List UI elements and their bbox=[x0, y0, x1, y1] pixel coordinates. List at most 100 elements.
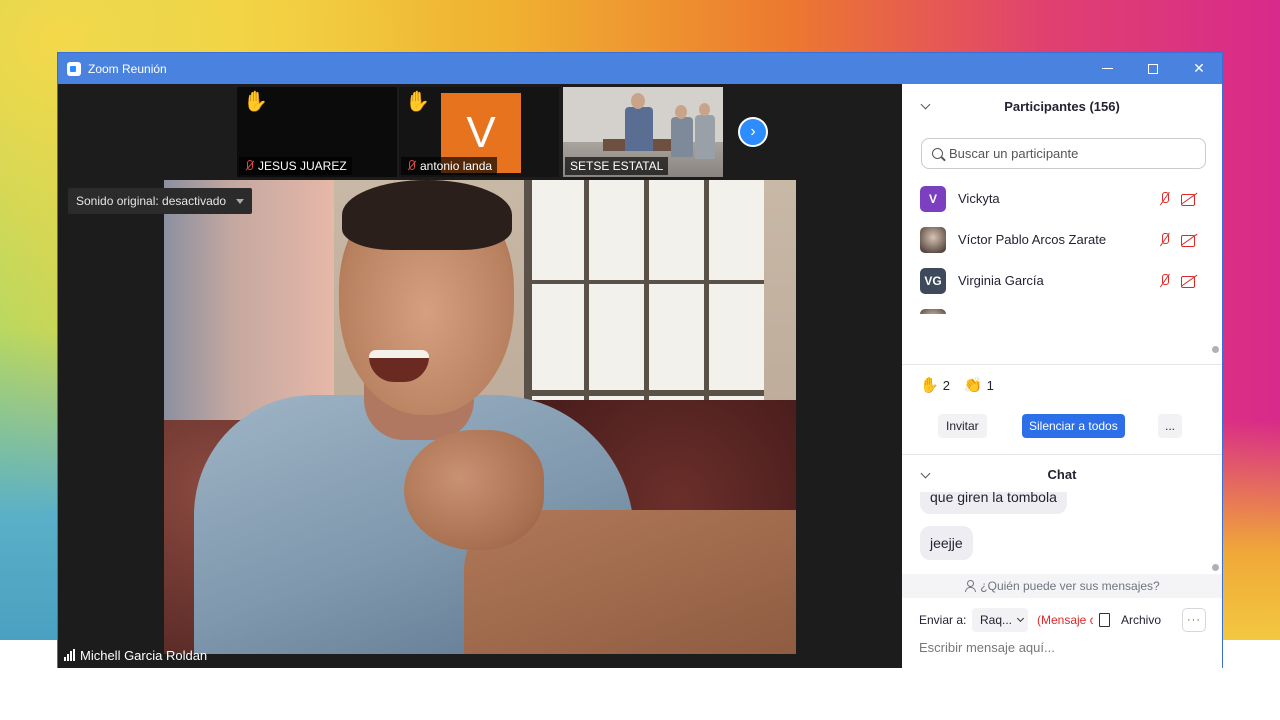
file-button[interactable]: Archivo bbox=[1121, 613, 1161, 627]
raised-hands-count: ✋ 2 bbox=[920, 376, 950, 394]
close-icon: ✕ bbox=[1193, 60, 1205, 76]
participant-row[interactable]: VG Virginia García bbox=[902, 260, 1212, 301]
participant-actions: Invitar Silenciar a todos ... bbox=[902, 414, 1222, 440]
video-off-icon bbox=[1181, 234, 1198, 247]
participant-name: JESUS JUAREZ bbox=[258, 159, 347, 173]
mic-muted-icon bbox=[406, 160, 416, 172]
chat-more-button[interactable]: ··· bbox=[1182, 608, 1206, 632]
side-panel: Participantes (156) V Vickyta Víctor Pab… bbox=[902, 84, 1222, 668]
chat-message: jeejje bbox=[920, 526, 973, 560]
participant-list[interactable]: V Vickyta Víctor Pablo Arcos Zarate VG V… bbox=[902, 178, 1212, 314]
video-frame bbox=[404, 430, 544, 550]
participant-name: antonio landa bbox=[420, 159, 493, 173]
participants-header: Participantes (156) bbox=[902, 84, 1222, 128]
raised-hand-icon: ✋ bbox=[243, 91, 268, 113]
original-sound-label: Sonido original: desactivado bbox=[76, 194, 227, 208]
avatar: V bbox=[920, 185, 946, 212]
raised-hand-icon: ✋ bbox=[405, 91, 430, 113]
zoom-app-icon bbox=[67, 61, 81, 76]
participant-name: Vickyta bbox=[958, 191, 1000, 206]
video-off-icon bbox=[1181, 275, 1198, 288]
video-frame bbox=[524, 280, 764, 284]
participant-row[interactable]: V Vickyta bbox=[902, 178, 1212, 219]
search-input[interactable] bbox=[949, 146, 1199, 161]
close-button[interactable]: ✕ bbox=[1176, 53, 1222, 84]
recipient-value: Raq... bbox=[980, 613, 1013, 627]
participant-name-tag: SETSE ESTATAL bbox=[565, 157, 669, 175]
video-thumbnail[interactable]: ✋ V antonio landa bbox=[399, 87, 559, 177]
minimize-icon bbox=[1101, 68, 1113, 69]
participant-row[interactable]: Víctor Pablo Arcos Zarate bbox=[902, 219, 1212, 260]
avatar bbox=[920, 308, 946, 314]
participant-status bbox=[1158, 273, 1198, 288]
raised-hand-icon: ✋ bbox=[920, 377, 939, 394]
private-message-label: (Mensaje c bbox=[1037, 613, 1093, 627]
chat-privacy-link[interactable]: ¿Quién puede ver sus mensajes? bbox=[902, 574, 1222, 598]
window-controls: ✕ bbox=[1084, 53, 1222, 84]
mic-off-icon bbox=[1158, 232, 1171, 247]
mic-off-icon bbox=[1158, 191, 1171, 206]
next-page-button[interactable]: › bbox=[738, 117, 768, 147]
participant-name: SETSE ESTATAL bbox=[570, 159, 664, 173]
video-frame bbox=[625, 107, 653, 151]
participant-name-tag: JESUS JUAREZ bbox=[239, 157, 352, 175]
search-icon bbox=[932, 148, 943, 159]
privacy-text: ¿Quién puede ver sus mensajes? bbox=[980, 579, 1160, 593]
chat-message-input[interactable] bbox=[919, 640, 1209, 655]
scrollbar-thumb[interactable] bbox=[1212, 346, 1219, 353]
chat-messages[interactable]: que giren la tombola jeejje bbox=[902, 492, 1216, 574]
original-sound-dropdown[interactable]: Sonido original: desactivado bbox=[68, 188, 253, 214]
participant-search[interactable] bbox=[921, 138, 1206, 169]
recipient-select[interactable]: Raq... bbox=[972, 608, 1028, 632]
video-frame bbox=[699, 103, 710, 116]
active-speaker-name-tag: Michell Garcia Roldan bbox=[58, 642, 213, 668]
video-frame bbox=[584, 180, 589, 400]
clap-count: 👏 1 bbox=[964, 376, 994, 394]
participant-name: Víctor Pablo Arcos Zarate bbox=[958, 232, 1107, 247]
mute-all-button[interactable]: Silenciar a todos bbox=[1022, 414, 1125, 438]
video-frame bbox=[524, 180, 532, 410]
video-frame bbox=[631, 93, 645, 109]
window-title: Zoom Reunión bbox=[88, 61, 167, 76]
speaker-name: Michell Garcia Roldan bbox=[80, 647, 208, 663]
reaction-count: 2 bbox=[942, 377, 950, 393]
scrollbar-thumb[interactable] bbox=[1212, 564, 1219, 571]
participant-status bbox=[1158, 191, 1198, 206]
desktop-background-accent bbox=[0, 330, 60, 640]
people-icon bbox=[964, 580, 977, 592]
chevron-down-icon bbox=[1016, 614, 1025, 623]
title-bar[interactable]: Zoom Reunión ✕ bbox=[58, 53, 1222, 84]
video-frame bbox=[644, 180, 649, 400]
video-area: ✋ JESUS JUAREZ ✋ V antonio landa SETSE E… bbox=[58, 84, 902, 668]
video-frame bbox=[695, 115, 715, 159]
participant-row[interactable] bbox=[902, 301, 1212, 314]
video-frame bbox=[342, 180, 512, 250]
participant-status bbox=[1158, 232, 1198, 247]
signal-strength-icon bbox=[64, 649, 75, 661]
video-thumbnail[interactable]: ✋ JESUS JUAREZ bbox=[237, 87, 397, 177]
collapse-chevron-icon[interactable] bbox=[920, 99, 931, 110]
chat-header: Chat bbox=[902, 456, 1222, 492]
video-frame bbox=[671, 117, 693, 157]
video-thumbnail[interactable]: SETSE ESTATAL bbox=[563, 87, 723, 177]
participant-name: Virginia García bbox=[958, 273, 1044, 288]
avatar: VG bbox=[920, 267, 946, 294]
participants-title: Participantes (156) bbox=[1004, 98, 1120, 114]
maximize-button[interactable] bbox=[1130, 53, 1176, 84]
file-icon[interactable] bbox=[1099, 613, 1110, 627]
desktop-background-accent bbox=[1222, 420, 1280, 640]
video-frame bbox=[675, 105, 687, 119]
video-frame bbox=[704, 180, 709, 400]
collapse-chevron-icon[interactable] bbox=[920, 468, 931, 479]
more-options-button[interactable]: ... bbox=[1158, 414, 1182, 438]
participant-name-tag: antonio landa bbox=[401, 157, 498, 175]
invite-button[interactable]: Invitar bbox=[938, 414, 987, 438]
thumbnail-strip: ✋ JESUS JUAREZ ✋ V antonio landa SETSE E… bbox=[58, 84, 902, 178]
clap-icon: 👏 bbox=[963, 377, 983, 394]
minimize-button[interactable] bbox=[1084, 53, 1130, 84]
reaction-counts: ✋ 2 👏 1 bbox=[920, 376, 994, 394]
divider bbox=[902, 454, 1222, 455]
mic-muted-icon bbox=[244, 160, 254, 172]
chat-title: Chat bbox=[1047, 466, 1077, 482]
active-speaker-video[interactable] bbox=[164, 180, 796, 654]
